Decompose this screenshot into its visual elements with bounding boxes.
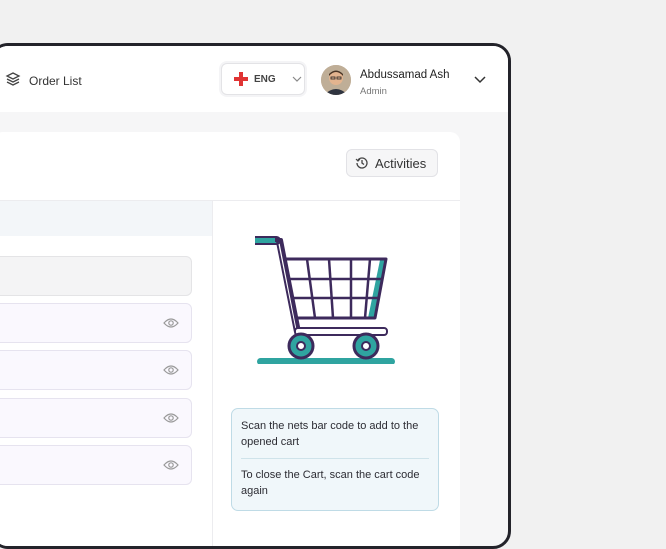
top-bar: Order List ENG Abdussamad Ash Admin (0, 46, 508, 112)
shopping-cart-illustration (255, 236, 395, 364)
flag-icon (234, 72, 248, 86)
eye-icon[interactable] (163, 459, 179, 471)
avatar[interactable] (321, 65, 351, 95)
user-role: Admin (360, 86, 387, 97)
history-icon (355, 157, 368, 169)
chevron-down-icon[interactable] (473, 75, 487, 85)
eye-icon[interactable] (163, 317, 179, 329)
list-item[interactable] (0, 350, 192, 390)
nav-order-list[interactable]: Order List (5, 71, 82, 90)
chevron-down-icon (292, 76, 302, 82)
divider (212, 200, 213, 546)
language-selector[interactable]: ENG (221, 63, 305, 95)
instruction-close: To close the Cart, scan the cart code ag… (241, 469, 420, 497)
table-header-row (0, 256, 192, 296)
nav-order-list-label: Order List (29, 73, 82, 88)
list-item[interactable] (0, 303, 192, 343)
content-card: Activities Scan the nets bar code to add… (0, 132, 460, 546)
activities-label: Activities (375, 155, 427, 171)
layers-icon (5, 71, 21, 90)
activities-button[interactable]: Activities (346, 149, 438, 177)
user-name: Abdussamad Ash (360, 69, 450, 81)
list-item[interactable] (0, 445, 192, 485)
language-label: ENG (254, 73, 276, 85)
scan-instructions: Scan the nets bar code to add to the ope… (231, 408, 439, 511)
app-window: Order List ENG Abdussamad Ash Admin Acti… (0, 43, 511, 549)
eye-icon[interactable] (163, 412, 179, 424)
table-header-band (0, 201, 212, 236)
divider (241, 458, 429, 459)
eye-icon[interactable] (163, 364, 179, 376)
instruction-open: Scan the nets bar code to add to the ope… (241, 420, 419, 448)
list-item[interactable] (0, 398, 192, 438)
